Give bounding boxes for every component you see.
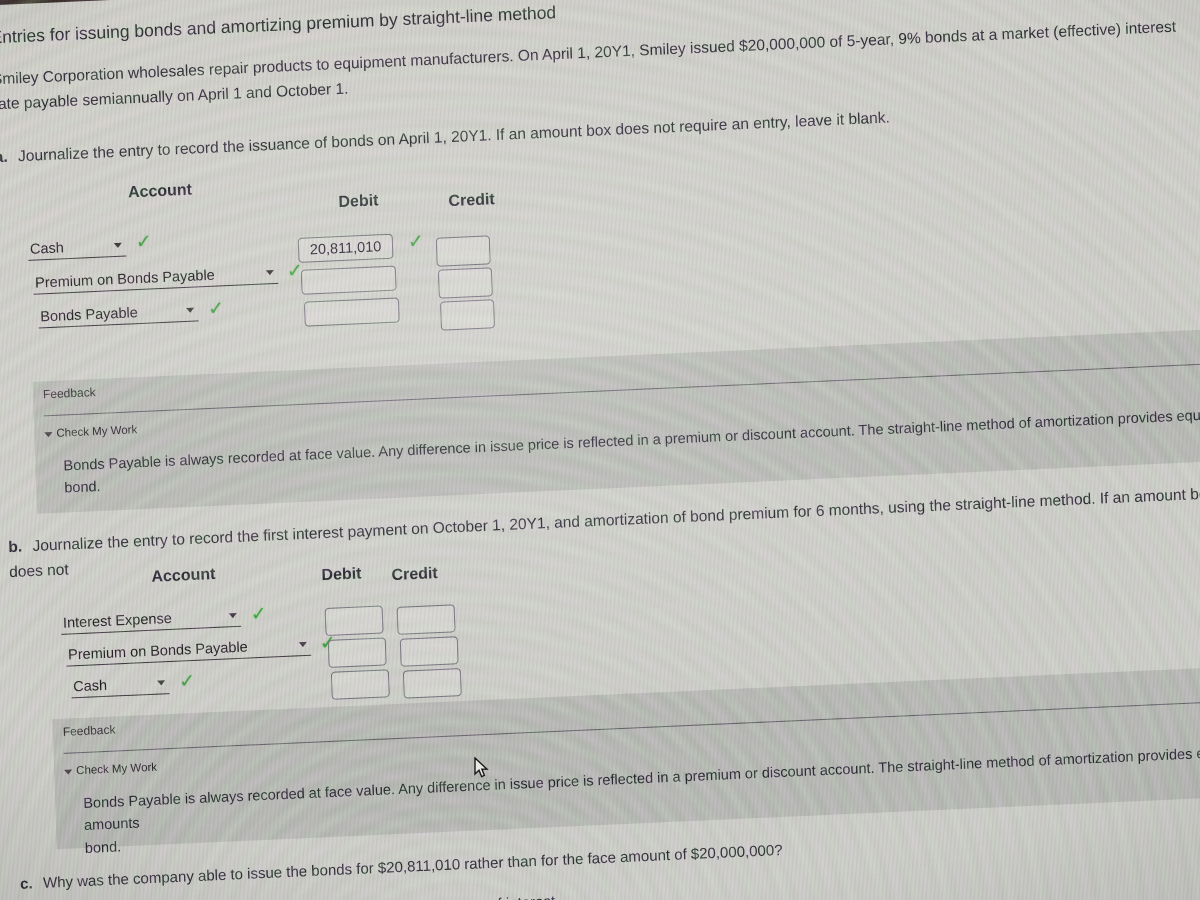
part-a-letter: a. xyxy=(0,148,8,167)
triangle-down-icon xyxy=(44,431,53,437)
part-a-account-select-2[interactable]: Premium on Bonds Payable xyxy=(32,262,279,295)
chevron-down-icon xyxy=(228,612,237,619)
part-a-debit-input-1[interactable]: 20,811,010 xyxy=(297,233,394,263)
chevron-down-icon xyxy=(186,307,195,313)
chevron-down-icon xyxy=(265,270,274,276)
exercise-page: Entries for issuing bonds and amortizing… xyxy=(0,0,1200,900)
part-a-header-account: Account xyxy=(127,181,193,202)
part-b-header-credit: Credit xyxy=(391,565,439,585)
chevron-down-icon xyxy=(298,641,307,648)
part-a-credit-input-3[interactable] xyxy=(440,299,495,331)
part-b-header-debit: Debit xyxy=(321,565,362,585)
part-b-credit-input-1[interactable] xyxy=(396,604,456,635)
part-a-account-select-3[interactable]: Bonds Payable xyxy=(37,300,199,329)
part-b-debit-input-2[interactable] xyxy=(327,637,387,668)
part-c-answer-suffix: the contract rate of interest. xyxy=(377,893,560,900)
part-a-credit-input-2[interactable] xyxy=(437,267,493,299)
part-c-letter: c. xyxy=(19,875,33,893)
chevron-down-icon xyxy=(113,242,122,249)
part-a-account-check-1: ✓ xyxy=(135,230,153,254)
triangle-down-icon xyxy=(64,768,73,775)
monitor-screen: R My account | Roku... Show Me How Entri… xyxy=(0,0,1200,900)
part-a-header-debit: Debit xyxy=(338,192,379,212)
part-a-debit-input-2[interactable] xyxy=(300,265,397,295)
mouse-cursor-icon xyxy=(474,757,489,778)
screen-photo: R My account | Roku... Show Me How Entri… xyxy=(0,0,1200,900)
part-b-debit-input-3[interactable] xyxy=(330,669,390,700)
part-b-account-select-2[interactable]: Premium on Bonds Payable xyxy=(65,634,312,667)
part-a-credit-input-1[interactable] xyxy=(435,235,491,267)
part-a-debit-check-1: ✓ xyxy=(407,230,425,254)
part-b-header-account: Account xyxy=(151,565,216,586)
part-b-account-select-1[interactable]: Interest Expense xyxy=(60,605,242,635)
part-b-account-check-1: ✓ xyxy=(250,602,268,626)
part-b-credit-input-3[interactable] xyxy=(402,668,462,699)
part-b-account-check-3: ✓ xyxy=(178,669,196,693)
part-a-header-credit: Credit xyxy=(448,191,496,211)
page-left-gutter-soft xyxy=(0,6,6,900)
part-a-account-check-3: ✓ xyxy=(207,297,225,320)
chevron-down-icon xyxy=(157,680,166,686)
part-a-account-select-1[interactable]: Cash xyxy=(27,235,127,261)
part-b-account-select-3[interactable]: Cash xyxy=(70,673,170,699)
part-a-debit-input-3[interactable] xyxy=(303,297,400,327)
part-b-credit-input-2[interactable] xyxy=(399,636,459,667)
